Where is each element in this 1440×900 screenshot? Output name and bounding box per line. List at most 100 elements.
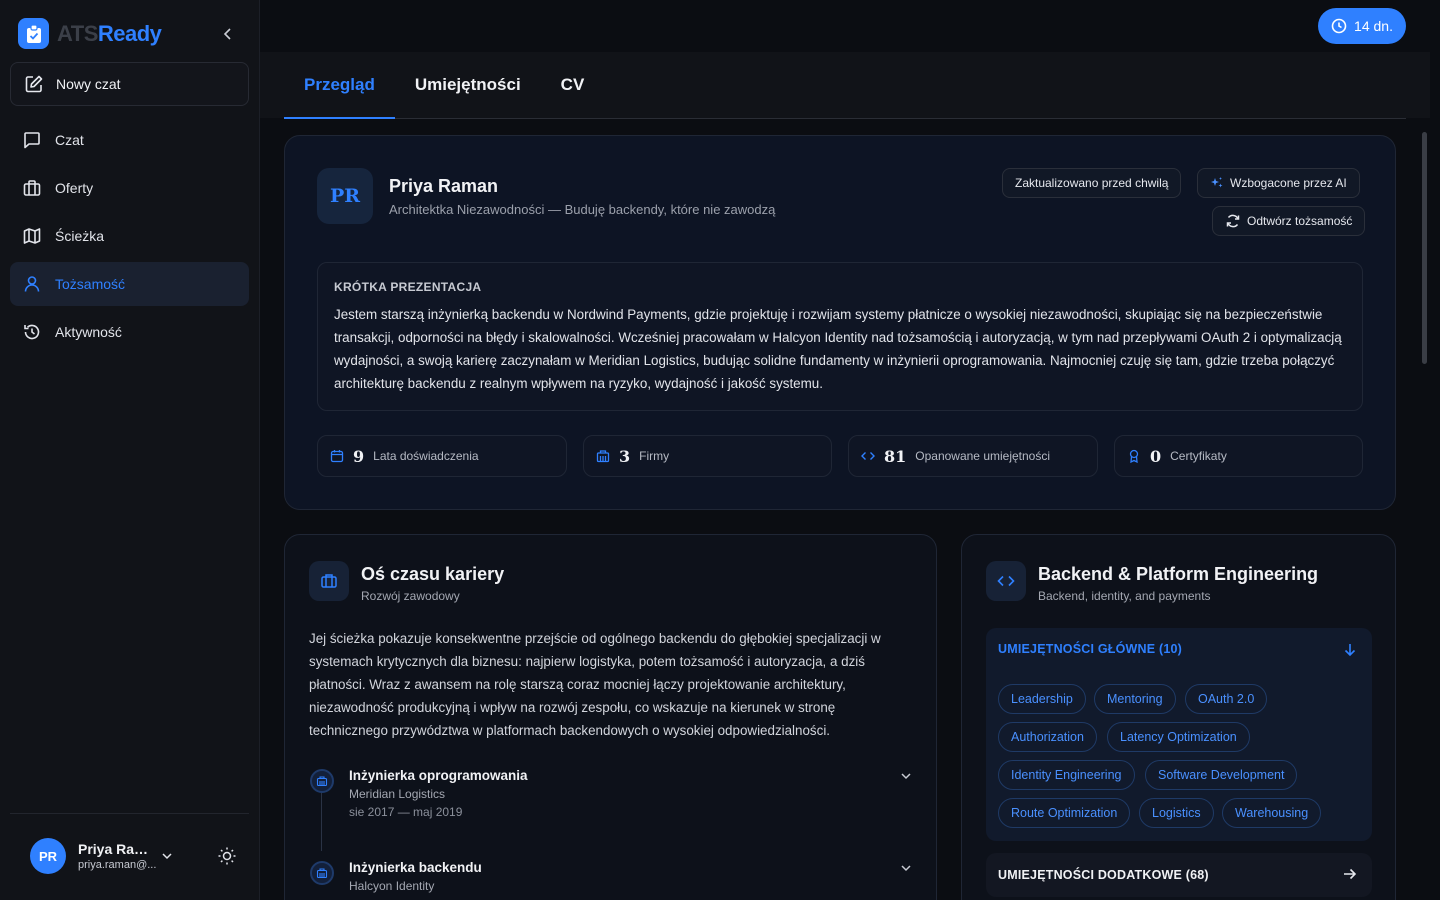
code-icon xyxy=(861,449,875,463)
core-skills-panel: UMIEJĘTNOŚCI GŁÓWNE (10) Leadership Ment… xyxy=(986,628,1372,841)
stat-label: Certyfikaty xyxy=(1170,449,1227,463)
skills-title: Backend & Platform Engineering xyxy=(1038,564,1319,584)
tab-skills[interactable]: Umiejętności xyxy=(395,52,541,118)
timeline-dates: sie 2017 — maj 2019 xyxy=(349,805,463,819)
profile-headline: Architektka Niezawodności — Buduję backe… xyxy=(389,202,776,217)
stat-certificates: 0 Certyfikaty xyxy=(1114,435,1363,477)
map-icon xyxy=(22,226,42,246)
brand[interactable]: ATSReady xyxy=(18,18,162,49)
stat-label: Opanowane umiejętności xyxy=(915,449,1051,463)
skills-card: Backend & Platform Engineering Backend, … xyxy=(961,534,1396,900)
logo-icon xyxy=(18,18,49,49)
timeline-connector xyxy=(321,791,322,851)
clock-icon xyxy=(1331,18,1347,34)
building-icon xyxy=(310,769,334,793)
timeline-company: Meridian Logistics xyxy=(349,787,446,801)
stat-value: 81 xyxy=(884,446,907,466)
sparkles-icon xyxy=(1210,176,1224,190)
timeline-company: Halcyon Identity xyxy=(349,879,435,893)
scrollbar-thumb[interactable] xyxy=(1422,132,1427,364)
timeline-summary: Jej ścieżka pokazuje konsekwentne przejś… xyxy=(309,631,881,738)
user-name: Priya Ram... xyxy=(78,841,158,857)
award-icon xyxy=(1127,449,1141,463)
timeline-title: Oś czasu kariery xyxy=(361,564,505,584)
rebuild-identity-button[interactable]: Odtwórz tożsamość xyxy=(1212,206,1366,236)
updated-label: Zaktualizowano przed chwilą xyxy=(1015,176,1169,190)
updated-badge: Zaktualizowano przed chwilą xyxy=(1002,168,1182,198)
new-chat-label: Nowy czat xyxy=(56,76,121,92)
career-timeline-card: Oś czasu kariery Rozwój zawodowy Jej ści… xyxy=(284,534,937,900)
sidebar-nav: Czat Oferty Ścieżka Tożsamość Aktywność xyxy=(10,118,249,358)
sun-icon[interactable] xyxy=(217,846,237,866)
timeline-role: Inżynierka backendu xyxy=(349,860,482,875)
sidebar-item-path[interactable]: Ścieżka xyxy=(10,214,249,258)
sidebar-item-chat[interactable]: Czat xyxy=(10,118,249,162)
ai-label: Wzbogacone przez AI xyxy=(1230,176,1347,190)
profile-name: Priya Raman xyxy=(389,176,499,196)
ai-badge: Wzbogacone przez AI xyxy=(1197,168,1360,198)
arrow-down-icon[interactable] xyxy=(1342,642,1358,658)
skill-tag[interactable]: Authorization xyxy=(998,722,1097,752)
user-email: priya.raman@... xyxy=(78,859,157,871)
user-info: Priya Ram... priya.raman@... xyxy=(78,841,158,871)
collapse-sidebar-icon[interactable] xyxy=(219,25,237,43)
user-menu[interactable]: PR Priya Ram... priya.raman@... xyxy=(30,838,174,874)
divider xyxy=(10,813,249,814)
additional-skills-row[interactable]: UMIEJĘTNOŚCI DODATKOWE (68) xyxy=(986,853,1372,897)
tab-cv[interactable]: CV xyxy=(541,52,605,118)
skill-tag[interactable]: Software Development xyxy=(1145,760,1298,790)
skill-tag[interactable]: OAuth 2.0 xyxy=(1185,684,1268,714)
stat-skills: 81 Opanowane umiejętności xyxy=(848,435,1098,477)
chevron-down-icon[interactable] xyxy=(899,861,913,875)
trial-badge[interactable]: 14 dn. xyxy=(1318,8,1406,44)
history-icon xyxy=(22,322,42,342)
chat-icon xyxy=(22,130,42,150)
timeline-subtitle: Rozwój zawodowy xyxy=(361,589,460,603)
building-icon xyxy=(596,449,610,463)
skill-tag[interactable]: Leadership xyxy=(998,684,1086,714)
new-chat-button[interactable]: Nowy czat xyxy=(10,62,249,106)
skill-tag[interactable]: Logistics xyxy=(1139,798,1214,828)
sidebar-item-identity[interactable]: Tożsamość xyxy=(10,262,249,306)
user-icon xyxy=(22,274,42,294)
bio-section: KRÓTKA PREZENTACJA Jestem starszą inżyni… xyxy=(317,262,1363,411)
code-icon xyxy=(986,561,1026,601)
additional-skills-heading: UMIEJĘTNOŚCI DODATKOWE (68) xyxy=(998,868,1209,882)
sidebar: ATSReady Nowy czat Czat Oferty Ścieżka T… xyxy=(0,0,260,900)
arrow-right-icon[interactable] xyxy=(1342,866,1358,882)
sidebar-item-label: Tożsamość xyxy=(55,276,126,292)
chevron-down-icon[interactable] xyxy=(899,769,913,783)
sidebar-item-label: Czat xyxy=(55,132,84,148)
profile-initials: PR xyxy=(317,168,373,224)
stat-companies: 3 Firmy xyxy=(583,435,832,477)
sidebar-item-label: Ścieżka xyxy=(55,228,105,244)
avatar: PR xyxy=(30,838,66,874)
stat-experience: 9 Lata doświadczenia xyxy=(317,435,567,477)
tab-overview[interactable]: Przegląd xyxy=(284,52,395,119)
timeline-role: Inżynierka oprogramowania xyxy=(349,768,528,783)
skill-tag[interactable]: Warehousing xyxy=(1222,798,1322,828)
edit-icon xyxy=(24,74,44,94)
skill-tag[interactable]: Route Optimization xyxy=(998,798,1131,828)
building-icon xyxy=(310,861,334,885)
sidebar-item-label: Oferty xyxy=(55,180,94,196)
briefcase-icon xyxy=(309,561,349,601)
sidebar-item-offers[interactable]: Oferty xyxy=(10,166,249,210)
tab-bar: Przegląd Umiejętności CV xyxy=(284,52,1406,119)
stat-value: 0 xyxy=(1150,446,1162,466)
skill-tag[interactable]: Identity Engineering xyxy=(998,760,1135,790)
refresh-icon xyxy=(1225,213,1241,229)
skill-tag[interactable]: Mentoring xyxy=(1094,684,1176,714)
calendar-icon xyxy=(330,449,344,463)
chevron-down-icon[interactable] xyxy=(160,849,174,863)
sidebar-item-activity[interactable]: Aktywność xyxy=(10,310,249,354)
stat-value: 9 xyxy=(353,446,365,466)
skill-tag[interactable]: Latency Optimization xyxy=(1107,722,1250,752)
scrollbar[interactable] xyxy=(1420,120,1430,900)
stat-value: 3 xyxy=(619,446,631,466)
rebuild-label: Odtwórz tożsamość xyxy=(1247,214,1353,228)
stat-label: Firmy xyxy=(639,449,670,463)
sidebar-item-label: Aktywność xyxy=(55,324,122,340)
stat-label: Lata doświadczenia xyxy=(373,449,479,463)
core-skills-heading[interactable]: UMIEJĘTNOŚCI GŁÓWNE (10) xyxy=(998,642,1182,656)
